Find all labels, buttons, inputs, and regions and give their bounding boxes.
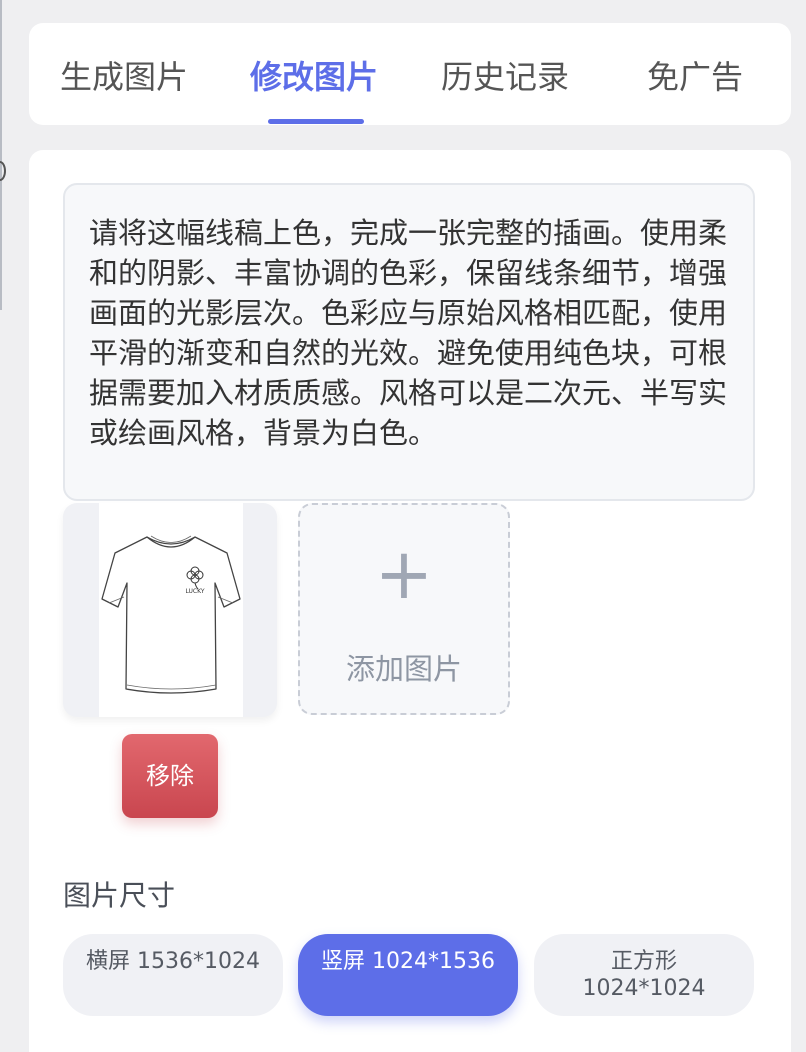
tab-bar: 生成图片 修改图片 历史记录 免广告 <box>29 23 791 125</box>
tab-ad-free[interactable]: 免广告 <box>610 57 780 97</box>
tshirt-print-text: LUCKY <box>185 588 204 595</box>
active-tab-indicator <box>268 119 364 124</box>
uploaded-image-thumbnail[interactable]: LUCKY <box>63 503 277 717</box>
image-size-title: 图片尺寸 <box>63 879 176 912</box>
prompt-textarea[interactable]: 请将这幅线稿上色，完成一张完整的插画。使用柔和的阴影、丰富协调的色彩，保留线条细… <box>63 183 755 501</box>
add-image-label: 添加图片 <box>345 652 462 686</box>
size-option-square[interactable]: 正方形 1024*1024 <box>534 934 754 1016</box>
tab-edit-image[interactable]: 修改图片 <box>229 57 399 97</box>
edit-panel: 请将这幅线稿上色，完成一张完整的插画。使用柔和的阴影、丰富协调的色彩，保留线条细… <box>29 150 791 1052</box>
window-edge <box>0 0 2 310</box>
tab-history[interactable]: 历史记录 <box>420 57 590 97</box>
tab-generate-image[interactable]: 生成图片 <box>39 57 209 97</box>
size-option-landscape[interactable]: 横屏 1536*1024 <box>63 934 283 1016</box>
add-image-button[interactable]: + 添加图片 <box>298 503 510 715</box>
plus-icon: + <box>374 533 434 615</box>
tshirt-line-art-image: LUCKY <box>99 503 243 717</box>
size-option-portrait[interactable]: 竖屏 1024*1536 <box>298 934 518 1016</box>
remove-image-button[interactable]: 移除 <box>122 734 218 818</box>
edge-fragment-icon <box>0 161 6 181</box>
